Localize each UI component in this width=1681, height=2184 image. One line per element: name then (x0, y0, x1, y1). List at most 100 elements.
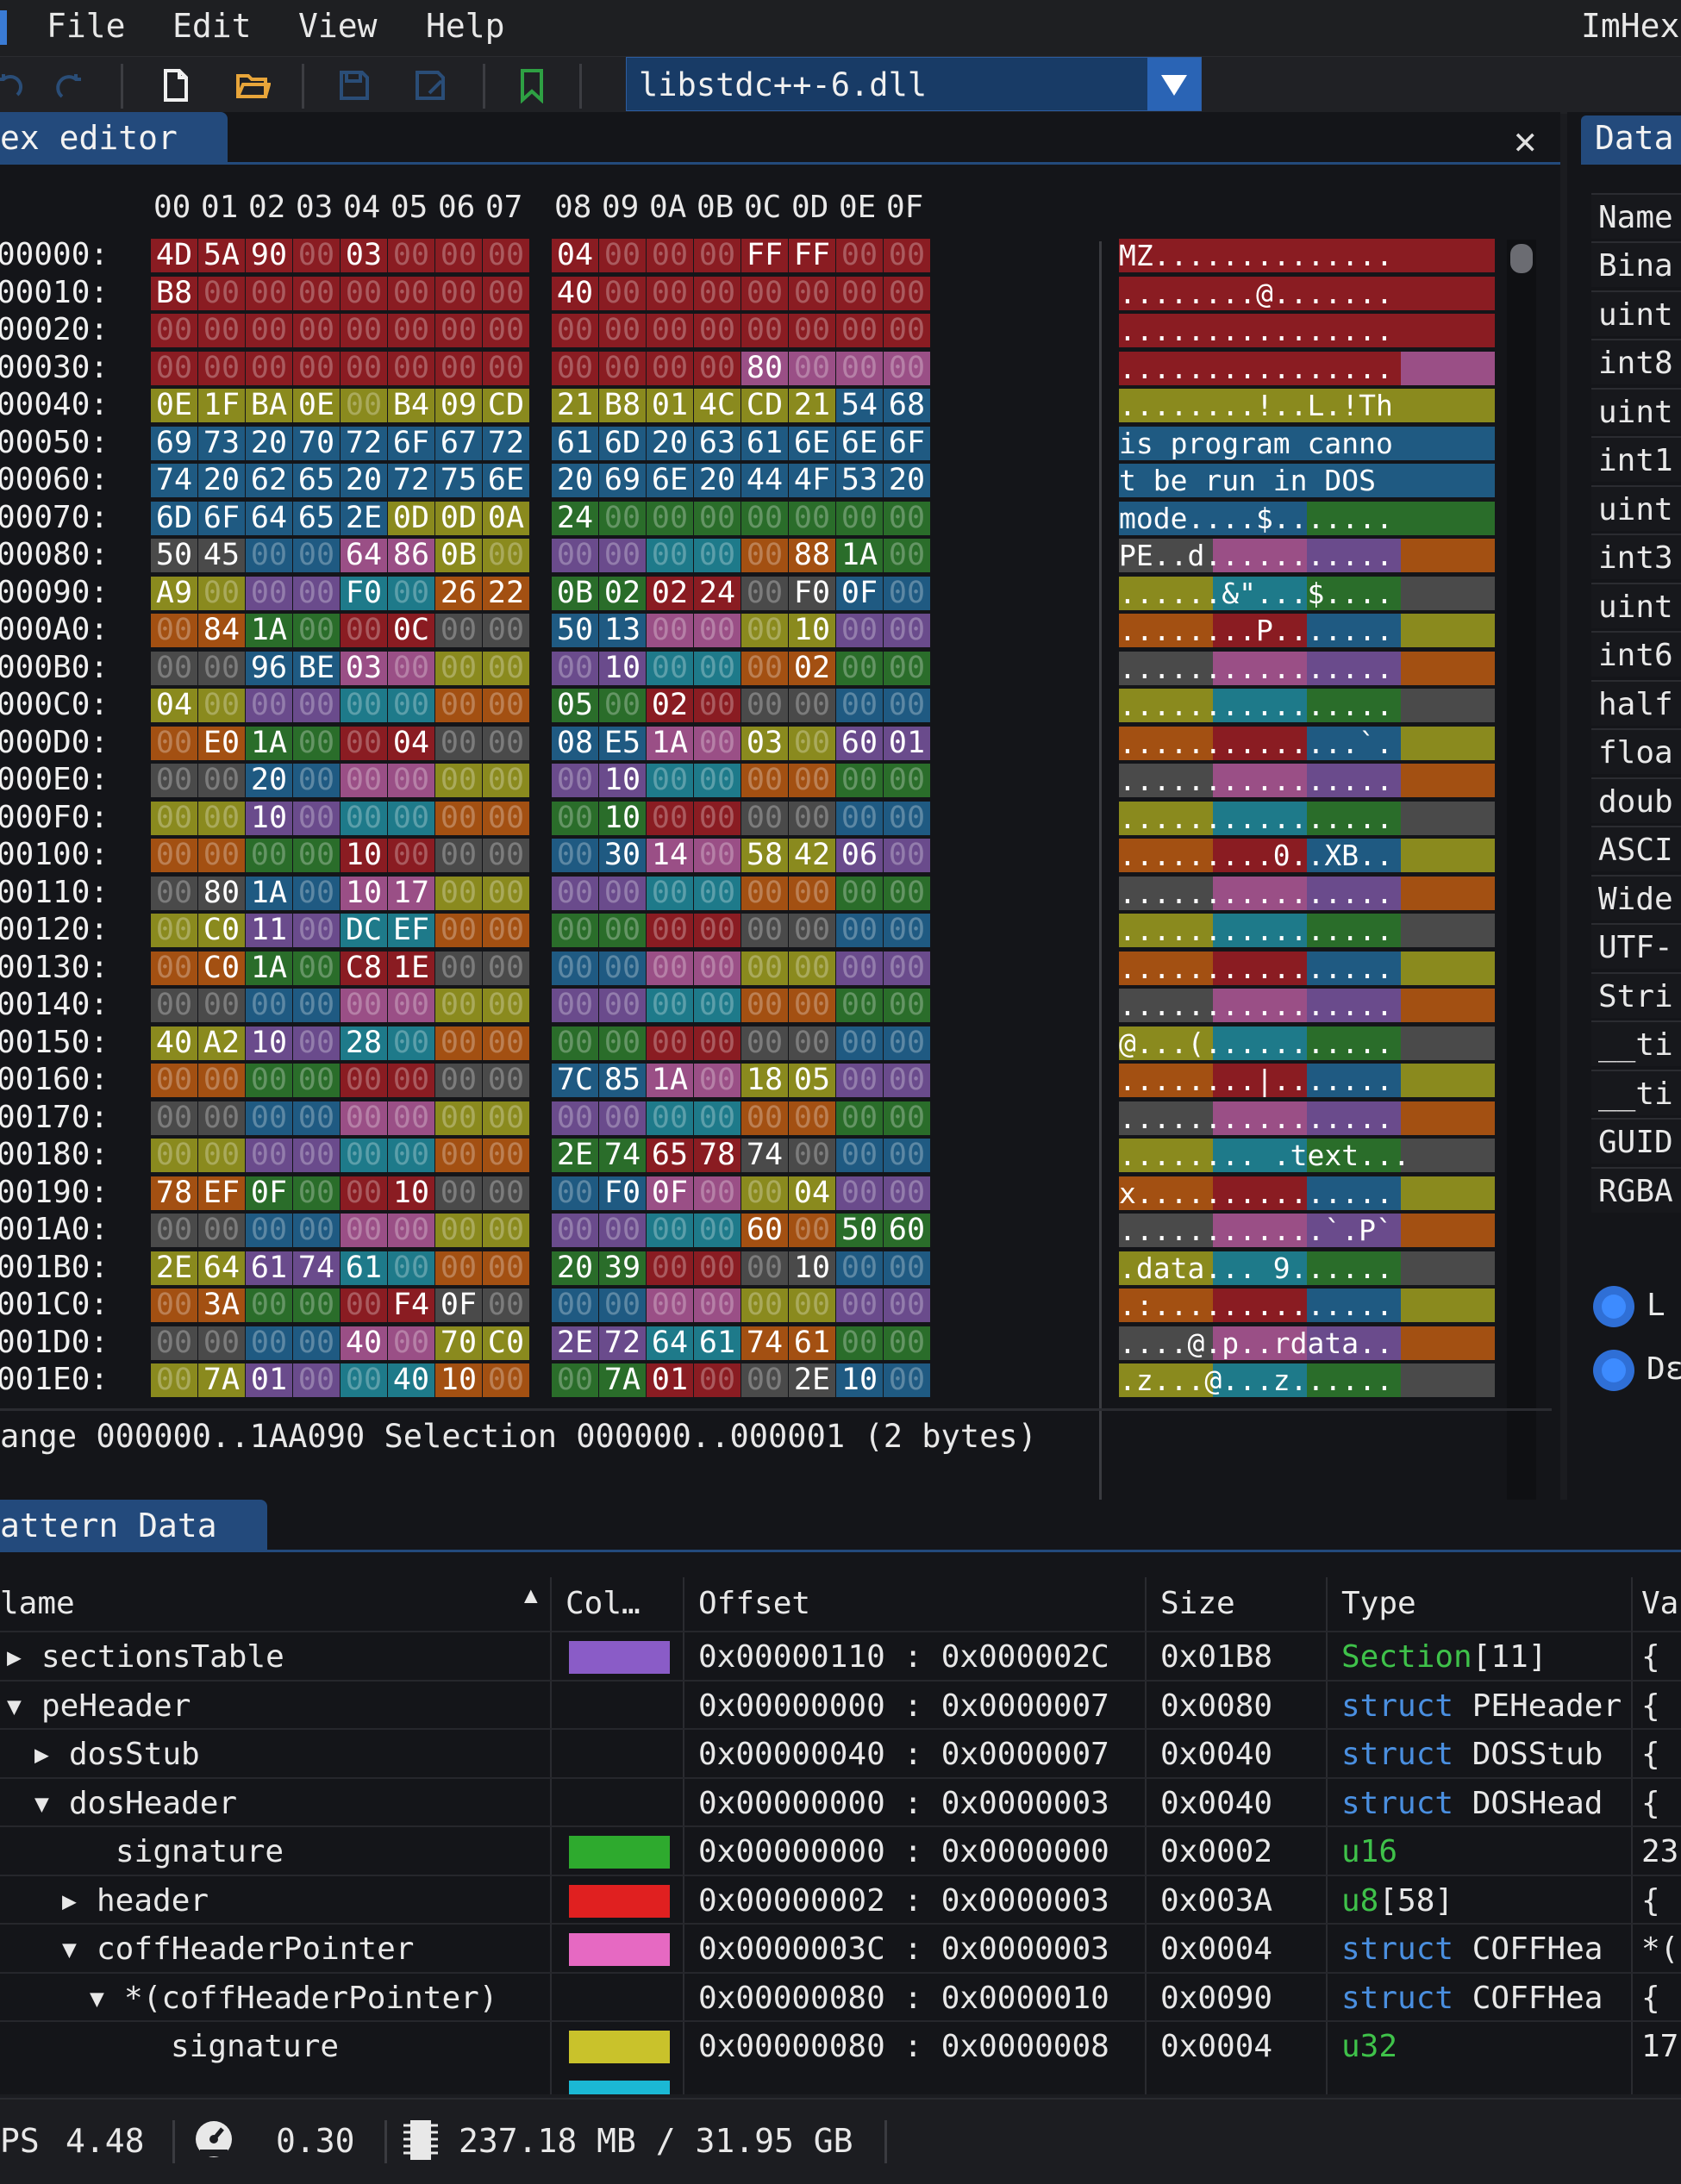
pattern-row[interactable]: ▶ sectionsTable 0x00000110 : 0x000002C 0x01… (0, 1631, 1681, 1679)
hex-byte[interactable]: 00 (694, 839, 741, 872)
hex-byte[interactable]: 00 (151, 314, 197, 347)
hex-byte[interactable]: 00 (741, 276, 788, 310)
hex-byte[interactable]: 00 (341, 389, 387, 422)
hex-byte[interactable]: 00 (435, 876, 482, 910)
hex-byte[interactable]: 50 (836, 1214, 883, 1247)
hex-byte[interactable]: 00 (789, 876, 835, 910)
pattern-row[interactable]: ▼ dosHeader 0x00000000 : 0x0000003 0x0040 st… (0, 1776, 1681, 1825)
hex-byte[interactable]: 00 (884, 764, 930, 797)
undo-icon[interactable] (0, 67, 28, 103)
hex-byte[interactable]: 00 (246, 576, 292, 610)
hex-byte[interactable]: 00 (151, 764, 197, 797)
ascii-row[interactable]: ........!..L.!Th (1119, 389, 1495, 422)
hex-scrollbar-thumb[interactable] (1510, 244, 1533, 273)
hex-byte[interactable]: 00 (741, 764, 788, 797)
hex-byte[interactable]: 03 (341, 651, 387, 685)
hex-byte[interactable]: 00 (293, 989, 340, 1022)
hex-byte[interactable]: 10 (789, 614, 835, 647)
ascii-row[interactable]: ................ (1119, 989, 1495, 1022)
hex-byte[interactable]: 00 (836, 1289, 883, 1322)
hex-byte[interactable]: 00 (198, 989, 245, 1022)
hex-byte[interactable]: 0F (647, 1176, 693, 1210)
hex-byte[interactable]: 10 (388, 1176, 434, 1210)
ascii-row[interactable]: ........|....... (1119, 1064, 1495, 1097)
hex-byte[interactable]: 00 (647, 876, 693, 910)
sort-ascending-icon[interactable]: ▲ (524, 1582, 538, 1608)
hex-byte[interactable]: 20 (647, 426, 693, 460)
hex-byte[interactable]: 00 (836, 1101, 883, 1135)
hex-byte[interactable]: 74 (741, 1326, 788, 1360)
hex-byte[interactable]: 00 (599, 1026, 646, 1060)
hex-byte[interactable]: 72 (483, 426, 529, 460)
hex-byte[interactable]: 00 (552, 764, 598, 797)
hex-byte[interactable]: 00 (599, 951, 646, 985)
pattern-row[interactable]: ▼ *(coffHeaderPointer) 0x00000080 : 0x0000… (0, 1971, 1681, 2020)
hex-byte[interactable]: C0 (483, 1326, 529, 1360)
hex-byte[interactable]: CD (483, 389, 529, 422)
hex-byte[interactable]: 00 (483, 689, 529, 722)
hex-byte[interactable]: 00 (293, 764, 340, 797)
hex-byte[interactable]: 00 (884, 1289, 930, 1322)
hex-byte[interactable]: 00 (293, 1101, 340, 1135)
hex-byte[interactable]: 00 (789, 351, 835, 385)
hex-editor-tab[interactable]: ex editor (0, 112, 228, 164)
data-inspector-row[interactable]: uint (1591, 290, 1681, 336)
ascii-row[interactable]: ................ (1119, 951, 1495, 985)
hex-byte[interactable]: 2E (151, 1251, 197, 1285)
hex-byte[interactable]: 00 (435, 1064, 482, 1097)
hex-byte[interactable]: 00 (836, 651, 883, 685)
hex-byte[interactable]: 00 (151, 1064, 197, 1097)
hex-byte[interactable]: 00 (388, 1026, 434, 1060)
hex-byte[interactable]: 00 (884, 1326, 930, 1360)
hex-byte[interactable]: 00 (435, 1026, 482, 1060)
hex-byte[interactable]: 00 (647, 651, 693, 685)
hex-byte[interactable]: 00 (293, 1026, 340, 1060)
hex-byte[interactable]: B4 (388, 389, 434, 422)
hex-byte[interactable]: 00 (789, 989, 835, 1022)
hex-byte[interactable]: 00 (198, 801, 245, 835)
hex-byte[interactable]: 0A (483, 501, 529, 535)
hex-byte[interactable]: 00 (741, 1176, 788, 1210)
hex-byte[interactable]: 00 (789, 914, 835, 947)
hex-byte[interactable]: BA (246, 389, 292, 422)
data-inspector-row[interactable]: RGBA (1591, 1166, 1681, 1213)
hex-byte[interactable]: 61 (741, 426, 788, 460)
endian-little-radio[interactable] (1593, 1286, 1634, 1327)
hex-byte[interactable]: 00 (151, 1289, 197, 1322)
chevron-down-icon[interactable] (1147, 58, 1201, 110)
save-icon[interactable] (336, 67, 372, 103)
hex-byte[interactable]: 00 (388, 839, 434, 872)
hex-byte[interactable]: 00 (293, 726, 340, 760)
hex-byte[interactable]: 00 (341, 1176, 387, 1210)
hex-byte[interactable]: 13 (599, 614, 646, 647)
hex-byte[interactable]: 00 (388, 1251, 434, 1285)
hex-byte[interactable]: 00 (741, 914, 788, 947)
hex-byte[interactable]: 04 (388, 726, 434, 760)
hex-byte[interactable]: 00 (198, 576, 245, 610)
hex-byte[interactable]: 00 (647, 951, 693, 985)
hex-byte[interactable]: 24 (694, 576, 741, 610)
hex-byte[interactable]: 00 (836, 1176, 883, 1210)
hex-byte[interactable]: 00 (435, 989, 482, 1022)
hex-byte[interactable]: 00 (647, 1214, 693, 1247)
hex-byte[interactable]: 68 (884, 389, 930, 422)
hex-byte[interactable]: 44 (741, 464, 788, 497)
hex-byte[interactable]: 00 (884, 351, 930, 385)
hex-byte[interactable]: 00 (884, 239, 930, 272)
hex-byte[interactable]: 00 (435, 651, 482, 685)
hex-byte[interactable]: 00 (741, 501, 788, 535)
hex-byte[interactable]: 04 (151, 689, 197, 722)
hex-byte[interactable]: 00 (388, 1139, 434, 1172)
hex-byte[interactable]: 00 (694, 689, 741, 722)
hex-byte[interactable]: 00 (246, 689, 292, 722)
hex-byte[interactable]: 00 (789, 1101, 835, 1135)
hex-byte[interactable]: 00 (151, 1101, 197, 1135)
hex-byte[interactable]: 60 (741, 1214, 788, 1247)
hex-byte[interactable]: 00 (647, 314, 693, 347)
hex-byte[interactable]: 6F (198, 501, 245, 535)
hex-byte[interactable]: 00 (884, 951, 930, 985)
hex-byte[interactable]: 00 (789, 314, 835, 347)
hex-byte[interactable]: 00 (647, 914, 693, 947)
hex-byte[interactable]: 74 (741, 1139, 788, 1172)
hex-byte[interactable]: 00 (483, 1139, 529, 1172)
